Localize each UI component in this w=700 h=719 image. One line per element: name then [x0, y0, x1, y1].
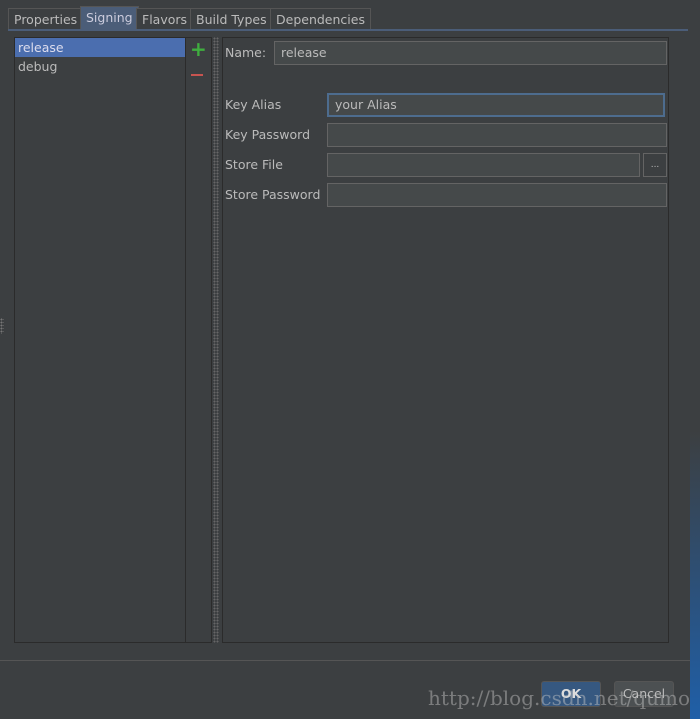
watermark: http://blog.csdn.net/qumoy [428, 686, 700, 710]
window-edge [690, 0, 700, 719]
list-toolbar: + [186, 37, 212, 643]
list-item-release[interactable]: release [15, 38, 185, 57]
tab-dependencies[interactable]: Dependencies [270, 8, 371, 30]
tab-signing[interactable]: Signing [80, 6, 139, 30]
tab-flavors[interactable]: Flavors [136, 8, 194, 30]
name-input[interactable]: release [274, 41, 667, 65]
key-alias-input[interactable]: your Alias [327, 93, 665, 117]
store-file-label: Store File [225, 157, 283, 172]
key-password-label: Key Password [225, 127, 311, 142]
side-handle[interactable] [0, 318, 4, 334]
divider [0, 660, 690, 661]
store-file-input[interactable] [327, 153, 640, 177]
name-label: Name: [225, 45, 267, 60]
browse-button[interactable]: ... [643, 153, 667, 177]
key-alias-label: Key Alias [225, 97, 282, 112]
splitter-handle[interactable] [213, 37, 219, 643]
tab-properties[interactable]: Properties [8, 8, 84, 30]
signing-config-list[interactable]: release debug [14, 37, 186, 643]
store-password-input[interactable] [327, 183, 667, 207]
plus-icon[interactable]: + [190, 39, 207, 59]
tab-build-types[interactable]: Build Types [190, 8, 273, 30]
store-password-label: Store Password [225, 187, 321, 202]
key-password-input[interactable] [327, 123, 667, 147]
list-item-debug[interactable]: debug [15, 57, 185, 76]
minus-icon[interactable] [191, 74, 203, 76]
